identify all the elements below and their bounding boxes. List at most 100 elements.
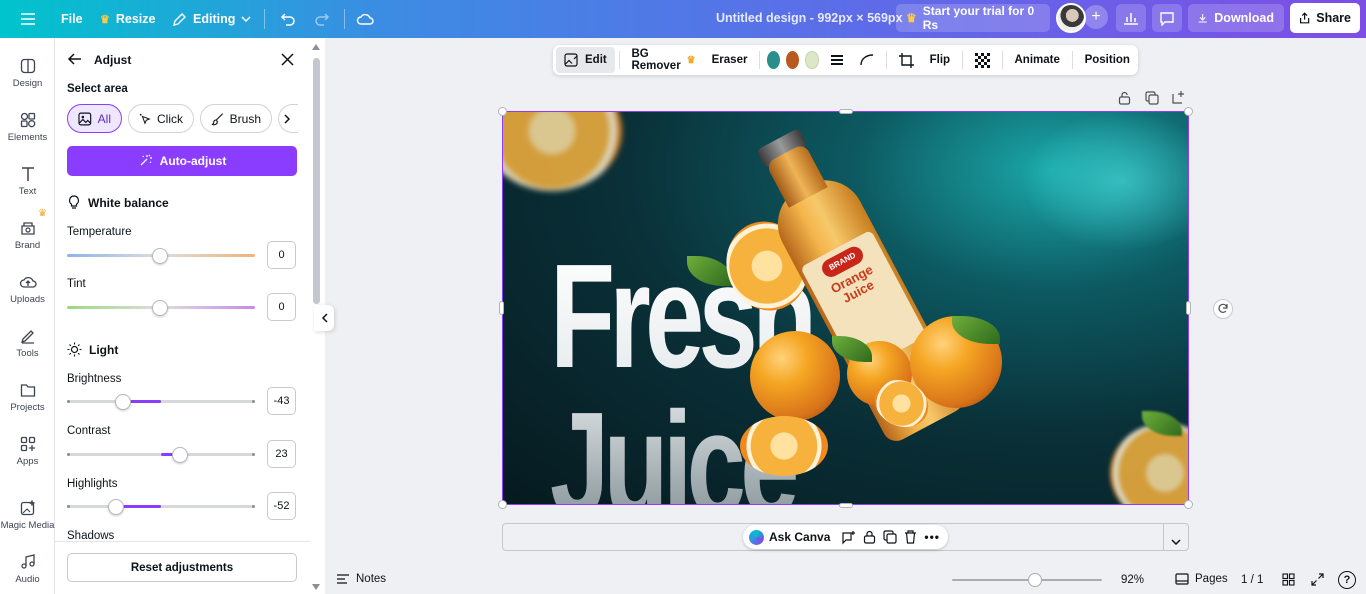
resize-handle[interactable] [498, 500, 507, 509]
add-comment-icon[interactable] [841, 530, 856, 545]
rail-item-magic-media[interactable]: Magic Media [0, 500, 55, 531]
rail-item-projects[interactable]: Projects [0, 382, 55, 413]
highlights-slider-track[interactable] [67, 505, 255, 508]
resize-handle[interactable] [839, 503, 853, 508]
resize-handle[interactable] [499, 301, 504, 315]
zoom-value[interactable]: 92% [1121, 574, 1144, 586]
contrast-slider-knob[interactable] [172, 447, 188, 463]
notes-button[interactable]: Notes [336, 573, 386, 585]
design-title[interactable]: Untitled design - 992px × 569px [716, 11, 903, 25]
resize-handle[interactable] [839, 109, 853, 114]
color-swatch[interactable] [805, 51, 819, 69]
share-button[interactable]: Share [1290, 3, 1360, 33]
add-collaborator-button[interactable]: + [1084, 5, 1108, 29]
editing-mode-dropdown[interactable]: Editing [164, 5, 259, 33]
zoom-slider-knob[interactable] [1028, 573, 1042, 587]
avatar[interactable] [1056, 3, 1086, 33]
rail-item-audio[interactable]: Audio [0, 554, 55, 585]
rail-item-text[interactable]: Text [0, 166, 55, 197]
collapse-panel-button[interactable] [314, 305, 334, 331]
panel-scrollbar-thumb[interactable] [313, 58, 320, 304]
ask-canva-button[interactable]: Ask Canva [749, 530, 830, 545]
fullscreen-button[interactable] [1311, 573, 1324, 589]
reset-adjustments-button[interactable]: Reset adjustments [67, 553, 297, 582]
rail-item-elements[interactable]: Elements [0, 112, 55, 143]
resize-handle[interactable] [1186, 301, 1191, 315]
flip-button[interactable]: Flip [922, 47, 958, 73]
bg-remover-button[interactable]: BG Remover ♛ [623, 47, 703, 73]
slider-tick [67, 453, 70, 456]
rotate-button[interactable] [1213, 299, 1233, 319]
close-panel-button[interactable] [281, 53, 294, 69]
brightness-slider-knob[interactable] [115, 394, 131, 410]
download-button[interactable]: Download [1188, 4, 1284, 32]
insights-button[interactable] [1116, 4, 1146, 32]
color-swatch[interactable] [786, 51, 799, 69]
rail-item-brand[interactable]: ♛ Brand [0, 220, 55, 251]
scroll-down-arrow[interactable] [312, 584, 320, 590]
more-options-icon[interactable]: ••• [924, 530, 940, 544]
auto-adjust-button[interactable]: Auto-adjust [67, 146, 297, 176]
corner-rounding-button[interactable] [852, 47, 882, 73]
area-option-brush[interactable]: Brush [200, 104, 272, 133]
resize-button[interactable]: ♛ Resize [92, 5, 163, 33]
animate-button[interactable]: Animate [1006, 47, 1067, 73]
slider-tick [67, 505, 70, 508]
rail-item-design[interactable]: Design [0, 58, 55, 89]
notes-label: Notes [356, 573, 386, 585]
tint-slider-knob[interactable] [152, 300, 168, 316]
rail-item-apps[interactable]: Apps [0, 436, 55, 467]
cloud-save-status[interactable] [348, 5, 382, 33]
file-menu[interactable]: File [53, 5, 91, 33]
scroll-up-arrow[interactable] [312, 44, 320, 50]
rail-label: Elements [8, 132, 48, 143]
start-trial-button[interactable]: ♛ Start your trial for 0 Rs [896, 4, 1050, 32]
lock-page-button[interactable] [1118, 91, 1131, 108]
area-option-label: All [98, 112, 111, 126]
temperature-slider-knob[interactable] [152, 248, 168, 264]
brightness-slider-track[interactable] [67, 400, 255, 403]
color-swatch[interactable] [767, 51, 780, 69]
tint-value[interactable]: 0 [267, 293, 296, 321]
duplicate-page-button[interactable] [1145, 91, 1159, 108]
edit-image-button[interactable]: Edit [556, 47, 615, 73]
highlights-value[interactable]: -52 [267, 492, 296, 520]
main-menu-button[interactable] [12, 5, 44, 33]
pencil-icon [172, 12, 187, 27]
rail-item-uploads[interactable]: Uploads [0, 274, 55, 305]
rail-label: Magic Media [1, 520, 55, 531]
expand-notes-button[interactable] [1171, 533, 1181, 548]
crop-button[interactable] [891, 47, 922, 73]
temperature-value[interactable]: 0 [267, 241, 296, 269]
trash-icon[interactable] [904, 530, 917, 544]
redo-button[interactable] [306, 5, 338, 33]
audio-icon [20, 554, 36, 570]
resize-handle[interactable] [1184, 107, 1193, 116]
grid-view-button[interactable] [1282, 573, 1295, 589]
comments-button[interactable] [1152, 4, 1182, 32]
ask-canva-toolbar: Ask Canva ••• [743, 525, 948, 549]
lock-icon[interactable] [863, 530, 876, 544]
transparency-button[interactable] [967, 47, 998, 73]
area-option-all[interactable]: All [67, 104, 122, 133]
slider-tick [252, 400, 255, 403]
resize-handle[interactable] [498, 107, 507, 116]
brightness-label: Brightness [67, 373, 121, 385]
resize-handle[interactable] [1184, 500, 1193, 509]
rail-item-tools[interactable]: Tools [0, 328, 55, 359]
contrast-value[interactable]: 23 [267, 440, 296, 468]
duplicate-icon[interactable] [883, 530, 897, 544]
eraser-button[interactable]: Eraser [704, 47, 756, 73]
area-option-click[interactable]: Click [128, 104, 194, 133]
add-page-button[interactable] [1172, 90, 1186, 107]
magic-click-icon [139, 112, 151, 126]
slider-tick [67, 400, 70, 403]
border-style-button[interactable] [822, 47, 852, 73]
position-button[interactable]: Position [1077, 47, 1138, 73]
brightness-value[interactable]: -43 [267, 387, 296, 415]
back-button[interactable] [67, 52, 83, 68]
help-button[interactable]: ? [1338, 571, 1356, 589]
highlights-slider-knob[interactable] [108, 499, 124, 515]
pages-button[interactable]: Pages [1175, 573, 1228, 585]
undo-button[interactable] [272, 5, 304, 33]
